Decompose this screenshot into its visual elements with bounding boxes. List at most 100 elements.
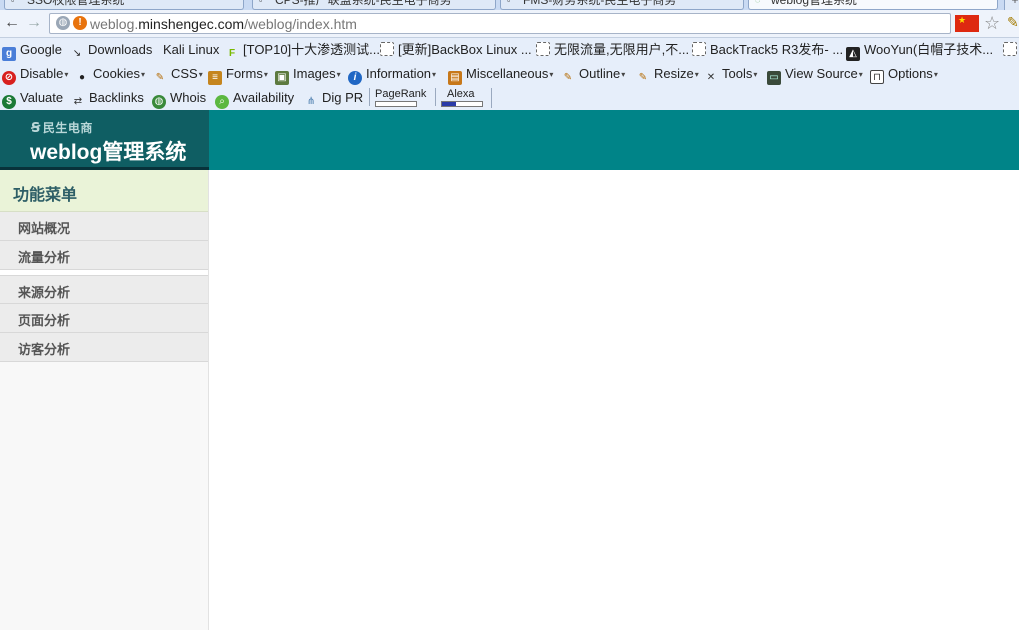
bookmark-top10[interactable]: F [TOP10]十大渗透测试... bbox=[225, 42, 380, 59]
toolbar-label: Outline bbox=[579, 66, 621, 81]
close-icon[interactable]: × bbox=[230, 0, 237, 4]
seo-availability[interactable]: ⌕ Availability bbox=[215, 90, 294, 109]
backlinks-icon: ⇄ bbox=[73, 96, 83, 107]
menu-item-visitor-analysis[interactable]: 访客分析 bbox=[0, 333, 208, 362]
options-icon: ⊓ bbox=[870, 70, 884, 84]
bookmarks-overflow[interactable] bbox=[1003, 42, 1019, 58]
wooyun-icon: ◭ bbox=[846, 47, 860, 61]
toolbar-divider bbox=[491, 88, 492, 108]
china-flag-icon[interactable]: ★ bbox=[955, 15, 979, 32]
disable-icon: ⊘ bbox=[2, 71, 16, 85]
caret-icon: ▾ bbox=[198, 70, 203, 79]
bookmark-wooyun[interactable]: ◭ WooYun(白帽子技术... bbox=[846, 42, 994, 61]
browser-tab-active[interactable]: ◌ weblog管理系统 × bbox=[748, 0, 998, 10]
wd-cookies[interactable]: ● Cookies▾ bbox=[75, 66, 145, 83]
bookmark-backbox[interactable]: [更新]BackBox Linux ... bbox=[380, 42, 532, 58]
caret-icon: ▾ bbox=[64, 70, 69, 79]
browser-tab[interactable]: ▫ SSO权限管理系统 × bbox=[4, 0, 244, 10]
sidebar: 功能菜单 网站概况 流量分析 来源分析 页面分析 访客分析 bbox=[0, 170, 209, 630]
toolbar-label: Whois bbox=[170, 90, 207, 105]
browser-tab-strip: ▫ SSO权限管理系统 × ▫ CPS-推广联盟系统-民生电子商务 × ▫ FM… bbox=[0, 0, 1019, 10]
wd-view-source[interactable]: ▭ View Source▾ bbox=[767, 66, 863, 85]
blank-page-icon bbox=[536, 42, 550, 56]
f-icon: F bbox=[228, 48, 236, 59]
bookmark-label: 无限流量,无限用户,不... bbox=[554, 42, 690, 57]
dollar-icon: $ bbox=[2, 95, 16, 109]
address-bar[interactable]: ◍ ! weblog.minshengec.com/weblog/index.h… bbox=[49, 13, 951, 34]
seo-backlinks[interactable]: ⇄ Backlinks bbox=[71, 90, 144, 107]
menu-item-traffic-analysis[interactable]: 流量分析 bbox=[0, 241, 208, 270]
caret-icon: ▾ bbox=[140, 70, 145, 79]
bookmark-google[interactable]: g Google bbox=[2, 42, 62, 61]
close-icon[interactable]: × bbox=[482, 0, 489, 4]
brand-name: 民生电商 bbox=[42, 121, 93, 135]
bookmark-star-icon[interactable]: ☆ bbox=[984, 13, 1000, 33]
bookmark-kali-linux[interactable]: Kali Linux bbox=[163, 42, 219, 58]
navigation-bar: ← → ◍ ! weblog.minshengec.com/weblog/ind… bbox=[0, 10, 1019, 38]
loading-icon: ◌ bbox=[755, 0, 761, 5]
forms-icon: ≡ bbox=[208, 71, 222, 85]
browser-tab[interactable]: ▫ FMS-财务系统-民生电子商务 × bbox=[500, 0, 744, 10]
menu-item-site-overview[interactable]: 网站概况 bbox=[0, 212, 208, 241]
caret-icon: ▾ bbox=[858, 70, 863, 79]
site-info-icon[interactable]: ! bbox=[73, 16, 87, 30]
bookmark-label: WooYun(白帽子技术... bbox=[864, 42, 994, 57]
wd-tools[interactable]: ✕ Tools▾ bbox=[704, 66, 758, 83]
blank-page-icon bbox=[692, 42, 706, 56]
wd-options[interactable]: ⊓ Options▾ bbox=[870, 66, 938, 84]
url-prefix: weblog. bbox=[90, 16, 139, 32]
globe-icon: ◍ bbox=[56, 16, 70, 30]
toolbar-label: Dig PR bbox=[322, 90, 364, 105]
cookie-icon: ● bbox=[78, 72, 86, 83]
url-path: /weblog/index.htm bbox=[244, 16, 357, 32]
url-text[interactable]: weblog.minshengec.com/weblog/index.htm bbox=[90, 16, 357, 32]
bookmark-label: Kali Linux bbox=[163, 42, 220, 57]
bookmark-backtrack[interactable]: BackTrack5 R3发布- ... bbox=[692, 42, 843, 58]
alexa-meter[interactable]: Alexa bbox=[435, 88, 483, 107]
menu-header: 功能菜单 bbox=[0, 170, 208, 212]
alexa-bar bbox=[441, 101, 483, 107]
page-icon: ▫ bbox=[259, 0, 263, 5]
pagerank-meter[interactable]: PageRank bbox=[369, 88, 426, 107]
toolbar-label: Options bbox=[888, 66, 933, 81]
forward-button[interactable]: → bbox=[24, 13, 44, 33]
bookmark-unlimited[interactable]: 无限流量,无限用户,不... bbox=[536, 42, 689, 58]
toolbar-label: Tools bbox=[722, 66, 753, 81]
seo-whois[interactable]: ◍ Whois bbox=[152, 90, 207, 109]
back-button[interactable]: ← bbox=[2, 13, 22, 33]
close-icon[interactable]: × bbox=[730, 0, 737, 4]
wd-images[interactable]: ▣ Images▾ bbox=[275, 66, 341, 85]
tools-icon: ✕ bbox=[706, 72, 716, 83]
wd-outline[interactable]: ✎ Outline▾ bbox=[561, 66, 625, 83]
caret-icon: ▾ bbox=[933, 70, 938, 79]
toolbar-label: Cookies bbox=[93, 66, 140, 81]
bookmarks-bar: g Google ↘ Downloads Kali Linux F [TOP10]十大… bbox=[0, 38, 1019, 62]
resize-icon: ✎ bbox=[638, 72, 648, 83]
wd-css[interactable]: ✎ CSS▾ bbox=[153, 66, 203, 83]
css-icon: ✎ bbox=[155, 72, 165, 83]
bookmark-downloads[interactable]: ↘ Downloads bbox=[70, 42, 153, 59]
wrench-icon[interactable]: ✎ bbox=[1007, 14, 1019, 31]
wd-resize[interactable]: ✎ Resize▾ bbox=[636, 66, 699, 83]
new-tab-button[interactable]: + bbox=[1004, 0, 1019, 10]
wd-disable[interactable]: ⊘ Disable▾ bbox=[2, 66, 69, 85]
menu-item-page-analysis[interactable]: 页面分析 bbox=[0, 304, 208, 333]
menu-item-label: 来源分析 bbox=[18, 285, 71, 300]
menu-item-source-analysis[interactable]: 来源分析 bbox=[0, 275, 208, 304]
misc-icon: ▤ bbox=[448, 71, 462, 85]
wd-forms[interactable]: ≡ Forms▾ bbox=[208, 66, 268, 85]
toolbar-label: CSS bbox=[171, 66, 198, 81]
bookmark-label: Downloads bbox=[88, 42, 153, 57]
caret-icon: ▾ bbox=[753, 70, 758, 79]
browser-tab[interactable]: ▫ CPS-推广联盟系统-民生电子商务 × bbox=[252, 0, 496, 10]
tab-title: weblog管理系统 bbox=[771, 0, 858, 7]
close-icon[interactable]: × bbox=[984, 0, 991, 4]
wd-miscellaneous[interactable]: ▤ Miscellaneous▾ bbox=[448, 66, 553, 85]
info-icon: i bbox=[348, 71, 362, 85]
seo-toolbar: $ Valuate ⇄ Backlinks ◍ Whois ⌕ Availability… bbox=[0, 86, 1019, 111]
wd-information[interactable]: i Information▾ bbox=[348, 66, 436, 85]
network-icon: ⋔ bbox=[306, 96, 316, 107]
seo-dig-pr[interactable]: ⋔ Dig PR bbox=[304, 90, 364, 107]
caret-icon: ▾ bbox=[336, 70, 341, 79]
seo-valuate[interactable]: $ Valuate bbox=[2, 90, 63, 109]
